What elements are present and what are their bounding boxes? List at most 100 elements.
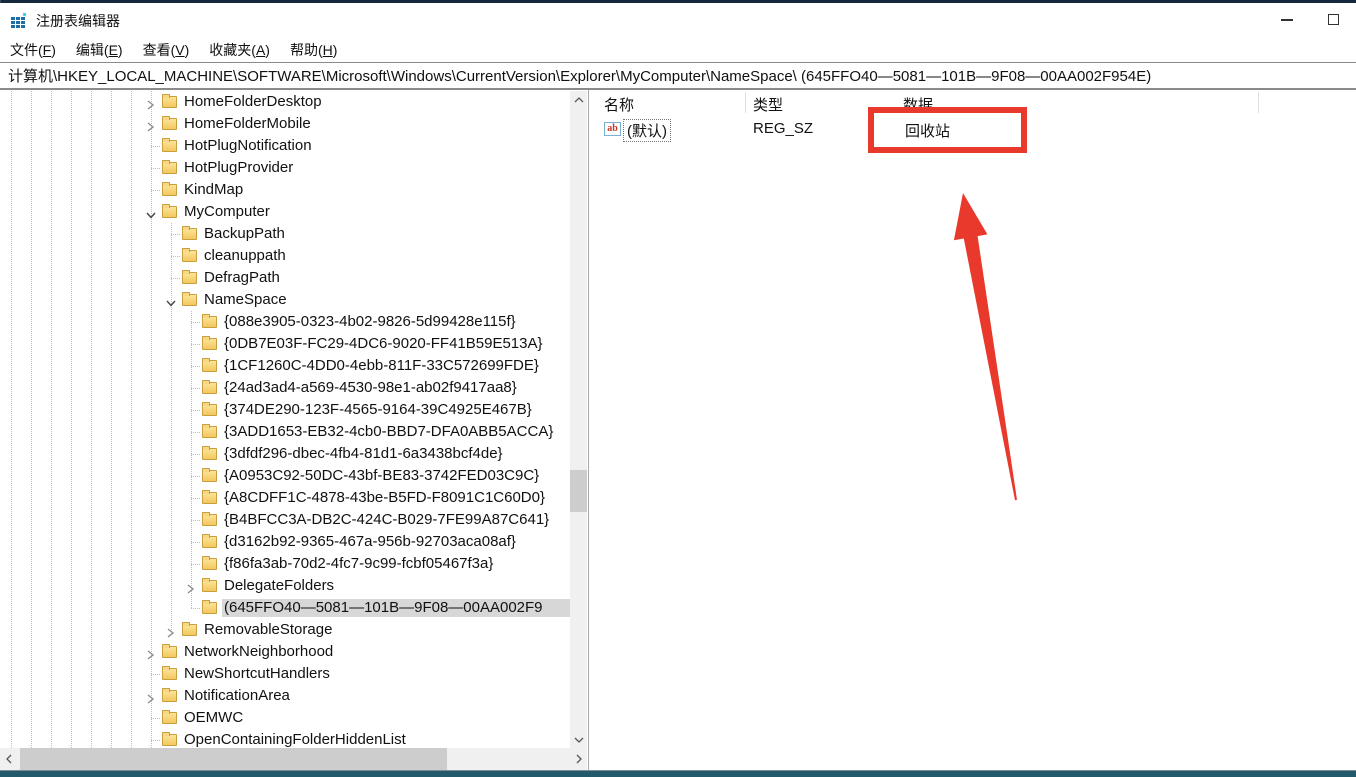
minimize-icon bbox=[1281, 18, 1293, 21]
tree-item-notificationarea[interactable]: NotificationArea bbox=[0, 685, 570, 707]
registry-editor-window: 注册表编辑器 文件(F) 编辑(E) 查看(V) 收藏夹(A) 帮助(H) 计算机\HK… bbox=[0, 0, 1356, 777]
tree-item-delegatefolders[interactable]: DelegateFolders bbox=[0, 575, 570, 597]
tree-item-label: HotPlugProvider bbox=[184, 159, 294, 176]
tree-connector bbox=[191, 410, 200, 411]
menu-accel-key: V bbox=[175, 42, 185, 58]
scroll-down-button[interactable] bbox=[570, 731, 587, 748]
tree-item-label: MyComputer bbox=[184, 203, 270, 220]
tree-item-3dfdf296-dbec-4fb4-81d1-6a3438bcf4de[interactable]: {3dfdf296-dbec-4fb4-81d1-6a3438bcf4de} bbox=[0, 443, 570, 465]
tree-item-0db7e03f-fc29-4dc6-9020-ff41b59e513a[interactable]: {0DB7E03F-FC29-4DC6-9020-FF41B59E513A} bbox=[0, 333, 570, 355]
tree-item-defragpath[interactable]: DefragPath bbox=[0, 267, 570, 289]
folder-icon bbox=[202, 490, 217, 504]
folder-icon bbox=[162, 160, 177, 174]
column-separator[interactable] bbox=[745, 92, 746, 113]
tree-item-label: {A0953C92-50DC-43bf-BE83-3742FED03C9C} bbox=[224, 467, 540, 484]
value-name[interactable]: (默认) bbox=[623, 119, 671, 142]
tree-item-645ffo40-5081-101b-9f08-00aa002f9[interactable]: (645FFO40—5081—101B—9F08—00AA002F9 bbox=[0, 597, 570, 619]
tree-item-374de290-123f-4565-9164-39c4925e467b[interactable]: {374DE290-123F-4565-9164-39C4925E467B} bbox=[0, 399, 570, 421]
tree-item-kindmap[interactable]: KindMap bbox=[0, 179, 570, 201]
folder-icon bbox=[202, 380, 217, 394]
tree-item-088e3905-0323-4b02-9826-5d99428e115f[interactable]: {088e3905-0323-4b02-9826-5d99428e115f} bbox=[0, 311, 570, 333]
tree-connector bbox=[191, 454, 200, 455]
tree-item-label: {0DB7E03F-FC29-4DC6-9020-FF41B59E513A} bbox=[224, 335, 543, 352]
tree-horizontal-scrollbar[interactable] bbox=[0, 748, 587, 770]
tree-item-oemwc[interactable]: OEMWC bbox=[0, 707, 570, 729]
tree-item-label: HomeFolderMobile bbox=[184, 115, 311, 132]
tree-item-hotplugnotification[interactable]: HotPlugNotification bbox=[0, 135, 570, 157]
tree-connector bbox=[191, 322, 200, 323]
tree-item-cleanuppath[interactable]: cleanuppath bbox=[0, 245, 570, 267]
scroll-up-button[interactable] bbox=[570, 91, 587, 108]
tree-item-3add1653-eb32-4cb0-bbd7-dfa0abb5acca[interactable]: {3ADD1653-EB32-4cb0-BBD7-DFA0ABB5ACCA} bbox=[0, 421, 570, 443]
folder-icon bbox=[202, 578, 217, 592]
tree-connector bbox=[151, 740, 160, 741]
column-header-type[interactable]: 类型 bbox=[753, 94, 783, 115]
chevron-down-icon[interactable] bbox=[166, 295, 176, 307]
tree-item-1cf1260c-4dd0-4ebb-811f-33c572699fde[interactable]: {1CF1260C-4DD0-4ebb-811F-33C572699FDE} bbox=[0, 355, 570, 377]
tree-item-a0953c92-50dc-43bf-be83-3742fed03c9c[interactable]: {A0953C92-50DC-43bf-BE83-3742FED03C9C} bbox=[0, 465, 570, 487]
chevron-right-icon[interactable] bbox=[146, 97, 156, 110]
folder-icon bbox=[202, 424, 217, 438]
tree-item-mycomputer[interactable]: MyComputer bbox=[0, 201, 570, 223]
tree-item-label: {088e3905-0323-4b02-9826-5d99428e115f} bbox=[224, 313, 516, 330]
scroll-right-button[interactable] bbox=[570, 748, 587, 770]
panel-divider[interactable] bbox=[588, 90, 589, 771]
menu-item-e[interactable]: 编辑(E) bbox=[66, 38, 133, 62]
folder-icon bbox=[162, 182, 177, 196]
tree-item-removablestorage[interactable]: RemovableStorage bbox=[0, 619, 570, 641]
folder-icon bbox=[182, 270, 197, 284]
tree-item-homefolderdesktop[interactable]: HomeFolderDesktop bbox=[0, 91, 570, 113]
tree-item-opencontainingfolderhiddenlist[interactable]: OpenContainingFolderHiddenList bbox=[0, 729, 570, 748]
menu-label-close: ) bbox=[51, 42, 56, 58]
tree-connector bbox=[191, 476, 200, 477]
tree-item-newshortcuthandlers[interactable]: NewShortcutHandlers bbox=[0, 663, 570, 685]
folder-icon bbox=[162, 138, 177, 152]
tree-item-24ad3ad4-a569-4530-98e1-ab02f9417aa8[interactable]: {24ad3ad4-a569-4530-98e1-ab02f9417aa8} bbox=[0, 377, 570, 399]
minimize-button[interactable] bbox=[1264, 3, 1310, 36]
chevron-left-icon bbox=[5, 754, 11, 764]
tree-item-networkneighborhood[interactable]: NetworkNeighborhood bbox=[0, 641, 570, 663]
tree-connector bbox=[191, 432, 200, 433]
chevron-right-icon[interactable] bbox=[166, 625, 176, 638]
chevron-right-icon[interactable] bbox=[146, 647, 156, 660]
tree-scrollbar-thumb[interactable] bbox=[570, 470, 587, 512]
menu-item-v[interactable]: 查看(V) bbox=[133, 38, 200, 62]
menu-item-f[interactable]: 文件(F) bbox=[0, 38, 66, 62]
menu-item-h[interactable]: 帮助(H) bbox=[280, 38, 347, 62]
tree-connector bbox=[191, 520, 200, 521]
tree-item-f86fa3ab-70d2-4fc7-9c99-fcbf05467f3a[interactable]: {f86fa3ab-70d2-4fc7-9c99-fcbf05467f3a} bbox=[0, 553, 570, 575]
regedit-app-icon bbox=[11, 12, 27, 28]
tree-item-a8cdff1c-4878-43be-b5fd-f8091c1c60d0[interactable]: {A8CDFF1C-4878-43be-B5FD-F8091C1C60D0} bbox=[0, 487, 570, 509]
maximize-button[interactable] bbox=[1310, 3, 1356, 36]
address-bar[interactable]: 计算机\HKEY_LOCAL_MACHINE\SOFTWARE\Microsof… bbox=[0, 62, 1356, 90]
tree-item-d3162b92-9365-467a-956b-92703aca08af[interactable]: {d3162b92-9365-467a-956b-92703aca08af} bbox=[0, 531, 570, 553]
tree-item-homefoldermobile[interactable]: HomeFolderMobile bbox=[0, 113, 570, 135]
tree-item-label: NotificationArea bbox=[184, 687, 290, 704]
chevron-down-icon[interactable] bbox=[146, 207, 156, 219]
tree-connector bbox=[191, 564, 200, 565]
scroll-left-button[interactable] bbox=[0, 748, 17, 770]
tree-vertical-scrollbar[interactable] bbox=[570, 91, 587, 748]
chevron-right-icon[interactable] bbox=[146, 119, 156, 132]
tree-item-b4bfcc3a-db2c-424c-b029-7fe99a87c641[interactable]: {B4BFCC3A-DB2C-424C-B029-7FE99A87C641} bbox=[0, 509, 570, 531]
chevron-right-icon[interactable] bbox=[186, 581, 196, 594]
tree-item-backuppath[interactable]: BackupPath bbox=[0, 223, 570, 245]
tree-item-hotplugprovider[interactable]: HotPlugProvider bbox=[0, 157, 570, 179]
column-header-name[interactable]: 名称 bbox=[604, 94, 634, 115]
chevron-right-icon[interactable] bbox=[146, 691, 156, 704]
column-separator[interactable] bbox=[1258, 92, 1259, 113]
tree-item-label: OpenContainingFolderHiddenList bbox=[184, 731, 406, 748]
registry-tree: HomeFolderDesktop HomeFolderMobile HotPlug… bbox=[0, 91, 570, 748]
tree-item-label: {f86fa3ab-70d2-4fc7-9c99-fcbf05467f3a} bbox=[224, 555, 494, 572]
tree-hscrollbar-thumb[interactable] bbox=[20, 748, 447, 770]
menu-bar: 文件(F) 编辑(E) 查看(V) 收藏夹(A) 帮助(H) bbox=[0, 38, 1356, 62]
tree-item-namespace[interactable]: NameSpace bbox=[0, 289, 570, 311]
menu-item-a[interactable]: 收藏夹(A) bbox=[199, 38, 280, 62]
folder-icon bbox=[202, 534, 217, 548]
tree-item-label: HotPlugNotification bbox=[184, 137, 312, 154]
folder-icon bbox=[202, 556, 217, 570]
menu-accel-key: A bbox=[255, 42, 266, 58]
menu-label-close: ) bbox=[117, 42, 123, 58]
folder-icon bbox=[182, 292, 197, 306]
tree-connector bbox=[191, 542, 200, 543]
